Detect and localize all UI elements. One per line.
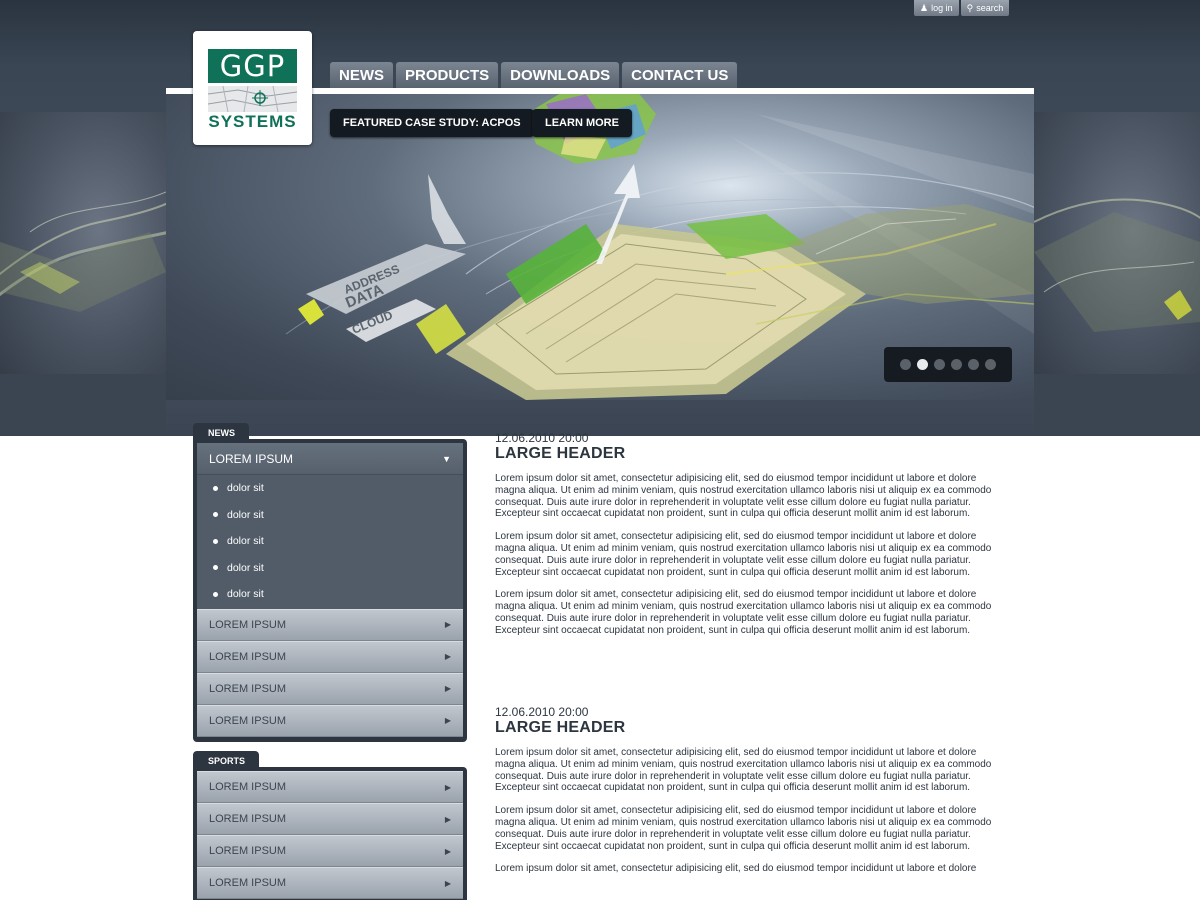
- chevron-right-icon: ▶: [444, 782, 451, 792]
- slider-dot[interactable]: [951, 359, 962, 370]
- article-1: 12.06.2010 20:00 LARGE HEADER Lorem ipsu…: [495, 431, 1000, 648]
- login-label: log in: [931, 3, 953, 13]
- sidebar-item[interactable]: LOREM IPSUM ▶: [197, 672, 463, 705]
- sidebar-open-group: LOREM IPSUM ▼ dolor sit dolor sit dolor si…: [197, 443, 463, 609]
- sidebar-item[interactable]: LOREM IPSUM ▶: [197, 640, 463, 673]
- sidebar-sub-item-label: dolor sit: [227, 588, 264, 601]
- sidebar-sub-item-label: dolor sit: [227, 561, 264, 574]
- sidebar-item-label: LOREM IPSUM: [209, 650, 287, 663]
- slider-dot[interactable]: [985, 359, 996, 370]
- bullet-icon: [213, 512, 218, 518]
- sidebar-sub-item[interactable]: dolor sit: [197, 475, 463, 502]
- article-paragraph: Lorem ipsum dolor sit amet, consectetur …: [495, 473, 992, 520]
- chevron-right-icon: ▶: [444, 814, 451, 824]
- sidebar-item-label: LOREM IPSUM: [209, 845, 287, 857]
- sidebar-news-panel: LOREM IPSUM ▼ dolor sit dolor sit dolor si…: [193, 439, 467, 742]
- slider-dot[interactable]: [968, 359, 979, 370]
- logo-wordmark: GGP: [208, 49, 297, 83]
- chevron-right-icon: ▶: [444, 878, 451, 888]
- sidebar-item-label: LOREM IPSUM: [209, 781, 287, 793]
- article-paragraph: Lorem ipsum dolor sit amet, consectetur …: [495, 589, 992, 636]
- nav-tab-news[interactable]: NEWS: [330, 62, 393, 88]
- bullet-icon: [213, 565, 218, 571]
- sidebar-sub-item-label: dolor sit: [227, 535, 264, 548]
- sidebar-sub-item-label: dolor sit: [227, 508, 264, 521]
- article-paragraph: Lorem ipsum dolor sit amet, consectetur …: [495, 805, 992, 852]
- article-paragraph: Lorem ipsum dolor sit amet, consectetur …: [495, 747, 992, 794]
- magnifier-icon: ⚲: [966, 2, 974, 13]
- learn-more-button[interactable]: LEARN MORE: [532, 109, 632, 137]
- main-nav: NEWS PRODUCTS DOWNLOADS CONTACT US: [330, 62, 738, 88]
- sidebar-open-group-header[interactable]: LOREM IPSUM ▼: [197, 443, 463, 475]
- article-paragraph: Lorem ipsum dolor sit amet, consectetur …: [495, 863, 977, 875]
- article-title[interactable]: LARGE HEADER: [495, 445, 1000, 463]
- search-button[interactable]: ⚲ search: [960, 0, 1010, 16]
- chevron-right-icon: ▶: [444, 684, 451, 693]
- nav-tab-products[interactable]: PRODUCTS: [396, 62, 499, 88]
- sidebar-item-label: LOREM IPSUM: [209, 682, 287, 695]
- search-label: search: [976, 3, 1004, 13]
- logo-map-graphic: [208, 86, 297, 112]
- bullet-icon: [213, 591, 218, 597]
- sidebar-sports-panel: LOREM IPSUM ▶ LOREM IPSUM ▶ LOREM IPSUM ▶ LORE…: [193, 767, 467, 900]
- sidebar-sub-item[interactable]: dolor sit: [197, 555, 463, 582]
- hero-side-preview-left: [0, 112, 166, 374]
- logo-tagline: SYSTEMS: [208, 112, 297, 131]
- sidebar-item[interactable]: LOREM IPSUM ▶: [197, 835, 463, 867]
- sidebar-sports-items: LOREM IPSUM ▶ LOREM IPSUM ▶ LOREM IPSUM ▶ LORE…: [197, 771, 463, 899]
- slider-dot[interactable]: [900, 359, 911, 370]
- sidebar-news-items: LOREM IPSUM ▶ LOREM IPSUM ▶ LOREM IPSUM ▶ LORE…: [197, 608, 463, 737]
- article-date: 12.06.2010 20:00: [495, 431, 589, 445]
- bullet-icon: [213, 485, 218, 491]
- sidebar-item[interactable]: LOREM IPSUM ▶: [197, 771, 463, 803]
- sidebar-sub-list: dolor sit dolor sit dolor sit dolor sit dolo…: [197, 475, 463, 609]
- bullet-icon: [213, 538, 218, 544]
- slider-dot[interactable]: [934, 359, 945, 370]
- sidebar-item-label: LOREM IPSUM: [209, 813, 287, 825]
- hero-side-strip-right: [1034, 374, 1200, 436]
- site-logo[interactable]: GGP SYSTEMS: [193, 31, 312, 145]
- chevron-right-icon: ▶: [444, 716, 451, 725]
- sidebar-item-label: LOREM IPSUM: [209, 618, 287, 631]
- sidebar-sub-item[interactable]: dolor sit: [197, 581, 463, 608]
- sidebar-item[interactable]: LOREM IPSUM ▶: [197, 803, 463, 835]
- utility-bar: ♟ log in ⚲ search: [914, 0, 1010, 16]
- article-date: 12.06.2010 20:00: [495, 705, 589, 719]
- sidebar-item-label: LOREM IPSUM: [209, 714, 287, 727]
- chevron-down-icon: ▼: [442, 453, 451, 464]
- article-2: 12.06.2010 20:00 LARGE HEADER Lorem ipsu…: [495, 705, 1000, 886]
- hero-side-strip-left: [0, 374, 166, 436]
- nav-tab-contact-us[interactable]: CONTACT US: [622, 62, 738, 88]
- sidebar-item[interactable]: LOREM IPSUM ▶: [197, 704, 463, 737]
- featured-case-study-button[interactable]: FEATURED CASE STUDY: ACPOS: [330, 109, 534, 137]
- sidebar-item[interactable]: LOREM IPSUM ▶: [197, 867, 463, 899]
- article-title[interactable]: LARGE HEADER: [495, 719, 1000, 737]
- nav-tab-downloads[interactable]: DOWNLOADS: [501, 62, 620, 88]
- users-icon: ♟: [920, 2, 929, 13]
- sidebar-open-group-label: LOREM IPSUM: [209, 451, 294, 466]
- login-button[interactable]: ♟ log in: [914, 0, 959, 16]
- sidebar-sub-item-label: dolor sit: [227, 482, 264, 495]
- chevron-right-icon: ▶: [444, 620, 451, 629]
- slider-pagination: [884, 347, 1012, 382]
- hero-side-preview-right: [1034, 112, 1200, 374]
- chevron-right-icon: ▶: [444, 652, 451, 661]
- sidebar-sub-item[interactable]: dolor sit: [197, 502, 463, 529]
- sidebar-sub-item[interactable]: dolor sit: [197, 528, 463, 555]
- article-paragraph: Lorem ipsum dolor sit amet, consectetur …: [495, 531, 992, 578]
- sidebar-item-label: LOREM IPSUM: [209, 877, 287, 889]
- slider-dot[interactable]: [917, 359, 928, 370]
- chevron-right-icon: ▶: [444, 846, 451, 856]
- sidebar-item[interactable]: LOREM IPSUM ▶: [197, 608, 463, 641]
